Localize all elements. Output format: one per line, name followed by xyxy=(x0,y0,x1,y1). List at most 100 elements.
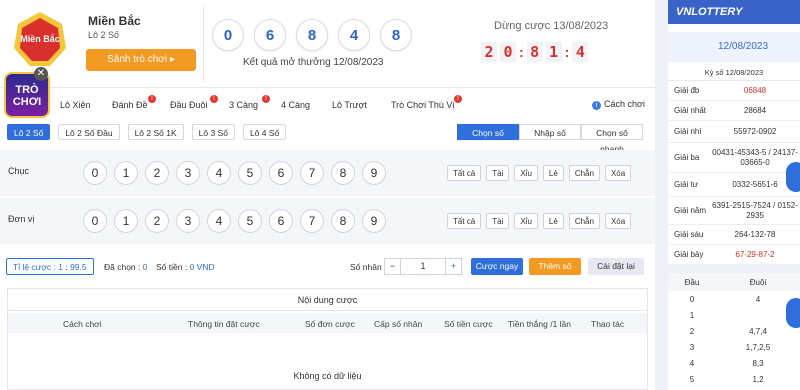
subtab-lo-2-so[interactable]: Lô 2 Số xyxy=(7,124,51,140)
op-big-button[interactable]: Tài xyxy=(486,165,510,181)
op-odd-button[interactable]: Lẻ xyxy=(542,165,564,181)
region-subtitle: Lô 2 Số xyxy=(88,30,120,40)
minus-button[interactable]: − xyxy=(385,259,401,274)
number-ball[interactable]: 6 xyxy=(269,161,293,185)
table-title: Nội dung cược xyxy=(8,289,647,311)
multiplier-label: Số nhân : xyxy=(350,262,387,272)
game-tabs: Lô Xiên Đánh Đề ! Đầu Đuôi ! 3 Càng ! 4 … xyxy=(0,95,655,117)
number-ball[interactable]: 8 xyxy=(331,161,355,185)
stop-label: Dừng cược 13/08/2023 xyxy=(494,20,609,32)
tab-3-cang[interactable]: 3 Càng xyxy=(229,100,258,110)
tab-4-cang[interactable]: 4 Càng xyxy=(281,100,310,110)
tab-lo-xien[interactable]: Lô Xiên xyxy=(60,100,91,110)
number-ball[interactable]: 0 xyxy=(83,161,107,185)
tab-dau-duoi[interactable]: Đầu Đuôi xyxy=(170,100,208,110)
tab-lo-truot[interactable]: Lô Trượt xyxy=(332,100,367,110)
region-title: Miền Bắc xyxy=(88,14,141,28)
result-ball: 6 xyxy=(254,19,286,51)
empty-message: Không có dữ liệu xyxy=(293,371,362,381)
prize-row: Giải nhì 55972-0902 xyxy=(668,121,800,143)
dau-value: 1 xyxy=(689,310,695,320)
number-ball[interactable]: 2 xyxy=(145,209,169,233)
number-ball[interactable]: 2 xyxy=(145,161,169,185)
dau-row: 1 xyxy=(668,307,800,323)
bet-now-button[interactable]: Cược ngay xyxy=(471,258,523,275)
add-number-button[interactable]: Thêm số xyxy=(529,258,581,275)
number-ball[interactable]: 7 xyxy=(300,209,324,233)
how-to-play-link[interactable]: i Cách chơi xyxy=(592,99,645,110)
support-float-button[interactable] xyxy=(786,298,800,328)
hot-icon: ! xyxy=(262,95,270,103)
selected-label: Đã chọn : xyxy=(104,262,141,272)
result-caption: Kết quả mở thưởng 12/08/2023 xyxy=(243,57,384,68)
timer-colon: : xyxy=(519,44,524,60)
tab-tro-choi-thu-vi[interactable]: Trò Chơi Thú Vị xyxy=(391,100,454,110)
mode-nhap-so[interactable]: Nhập số xyxy=(519,124,581,140)
money-value: 0 VND xyxy=(189,262,215,272)
duoi-header: Đuôi xyxy=(749,277,767,287)
vnlottery-logo: VNLOTTERY xyxy=(668,0,800,24)
hot-icon: ! xyxy=(148,95,156,103)
lobby-button[interactable]: Sảnh trò chơi ▸ xyxy=(86,49,196,71)
number-ball[interactable]: 1 xyxy=(114,161,138,185)
dau-duoi-header: Đầu Đuôi xyxy=(668,273,800,291)
number-ball[interactable]: 8 xyxy=(331,209,355,233)
number-ball[interactable]: 3 xyxy=(176,209,200,233)
op-small-button[interactable]: Xỉu xyxy=(514,213,538,229)
reset-button[interactable]: Cài đặt lại xyxy=(588,258,644,275)
op-even-button[interactable]: Chẵn xyxy=(568,213,600,229)
number-ball[interactable]: 4 xyxy=(207,209,231,233)
chat-float-button[interactable] xyxy=(786,162,800,192)
selected-count: Đã chọn : 0 xyxy=(104,262,148,272)
sidebar-date[interactable]: 12/08/2023 xyxy=(668,32,800,62)
column-header: Cách chơi xyxy=(63,319,102,329)
prize-value: 6391-2515-7524 / 0152-2935 xyxy=(712,200,798,220)
number-ball[interactable]: 5 xyxy=(238,161,262,185)
number-ball[interactable]: 7 xyxy=(300,161,324,185)
number-ball[interactable]: 9 xyxy=(362,161,386,185)
dau-row: 04 xyxy=(668,291,800,307)
plus-button[interactable]: + xyxy=(445,259,461,274)
quick-ops: Tất cả Tài Xỉu Lẻ Chẵn Xóa xyxy=(447,165,632,181)
number-ball[interactable]: 4 xyxy=(207,161,231,185)
op-all-button[interactable]: Tất cả xyxy=(447,165,482,181)
op-small-button[interactable]: Xỉu xyxy=(514,165,538,181)
number-ball[interactable]: 9 xyxy=(362,209,386,233)
dau-row: 4 8,3 xyxy=(668,355,800,371)
number-ball[interactable]: 6 xyxy=(269,209,293,233)
mode-chon-so[interactable]: Chọn số xyxy=(457,124,519,140)
prize-row: Giải năm 6391-2515-7524 / 0152-2935 xyxy=(668,197,800,225)
subtab-lo-4-so[interactable]: Lô 4 Số xyxy=(242,124,287,140)
column-header: Thông tin đặt cược xyxy=(188,319,260,329)
op-all-button[interactable]: Tất cả xyxy=(447,213,482,229)
header: Miền Bắc Miền Bắc Lô 2 Số Sảnh trò chơi … xyxy=(0,0,655,88)
op-clear-button[interactable]: Xóa xyxy=(604,165,632,181)
op-big-button[interactable]: Tài xyxy=(486,213,510,229)
timer-digit: 8 xyxy=(526,42,543,62)
prize-row: Giải đb 06848 xyxy=(668,81,800,101)
region-badge-label: Miền Bắc xyxy=(20,34,60,44)
column-header: Tiền thắng /1 lần xyxy=(508,319,572,329)
subtab-lo-3-so[interactable]: Lô 3 Số xyxy=(191,124,235,140)
close-icon[interactable]: ✕ xyxy=(34,67,48,81)
multiplier-input[interactable]: 1 xyxy=(401,259,445,274)
op-even-button[interactable]: Chẵn xyxy=(568,165,600,181)
column-header: Thao tác xyxy=(591,319,625,329)
number-ball[interactable]: 3 xyxy=(176,161,200,185)
number-balls: 0 1 2 3 4 5 6 7 8 9 xyxy=(83,209,386,233)
subtab-lo-2-so-1k[interactable]: Lô 2 Số 1K xyxy=(127,124,184,140)
duoi-value: 4,7,4 xyxy=(749,326,767,336)
number-ball[interactable]: 5 xyxy=(238,209,262,233)
subtab-lo-2-so-dau[interactable]: Lô 2 Số Đầu xyxy=(58,124,120,140)
timer-digit: 2 xyxy=(481,42,497,62)
hot-icon: ! xyxy=(210,95,218,103)
mode-chon-so-nhanh[interactable]: Chọn số nhanh xyxy=(581,124,643,154)
op-clear-button[interactable]: Xóa xyxy=(604,213,632,229)
op-odd-button[interactable]: Lẻ xyxy=(542,213,564,229)
prize-row: Giải sáu 264-132-78 xyxy=(668,225,800,245)
result-ball: 8 xyxy=(296,19,328,51)
number-ball[interactable]: 1 xyxy=(114,209,138,233)
number-ball[interactable]: 0 xyxy=(83,209,107,233)
tab-danh-de[interactable]: Đánh Đề xyxy=(112,100,148,110)
result-sidebar: VNLOTTERY 12/08/2023 Kỳ số 12/08/2023 Gi… xyxy=(668,0,800,390)
